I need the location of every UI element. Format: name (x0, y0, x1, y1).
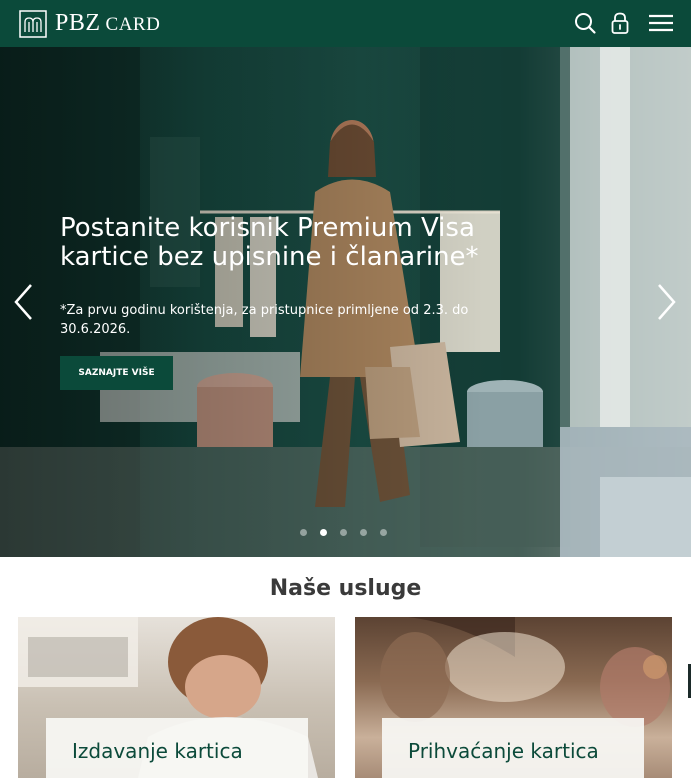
slider-dot-1[interactable] (300, 529, 307, 536)
service-card-card-acceptance[interactable]: Prihvaćanje kartica (355, 617, 672, 778)
pbz-card-logo[interactable]: PBZ CARD (19, 10, 160, 38)
slider-dot-5[interactable] (380, 529, 387, 536)
slider-dot-4[interactable] (360, 529, 367, 536)
chevron-right-icon[interactable] (656, 282, 678, 322)
hero-footnote: *Za prvu godinu korištenja, za pristupni… (60, 303, 469, 337)
site-header: PBZ CARD (0, 0, 691, 47)
card-acceptance-label: Prihvaćanje kartica (382, 718, 644, 778)
search-icon[interactable] (573, 11, 597, 35)
pbz-emblem-icon (19, 10, 47, 38)
slider-pagination (300, 529, 387, 536)
slider-dot-3[interactable] (340, 529, 347, 536)
service-card-card-issuing[interactable]: Izdavanje kartica (18, 617, 335, 778)
logo-text: PBZ CARD (55, 10, 161, 36)
card-issuing-label: Izdavanje kartica (46, 718, 308, 778)
lock-icon[interactable] (608, 11, 632, 35)
slider-dot-2[interactable] (320, 529, 327, 536)
services-heading: Naše usluge (269, 576, 422, 601)
menu-icon[interactable] (648, 11, 674, 35)
learn-more-button[interactable]: SAZNAJTE VIŠE (60, 356, 173, 390)
hero-title: Postanite korisnik Premium Visa kartice … (60, 213, 479, 272)
chevron-left-icon[interactable] (12, 282, 34, 322)
hero-slider: Postanite korisnik Premium Visa kartice … (0, 47, 691, 557)
